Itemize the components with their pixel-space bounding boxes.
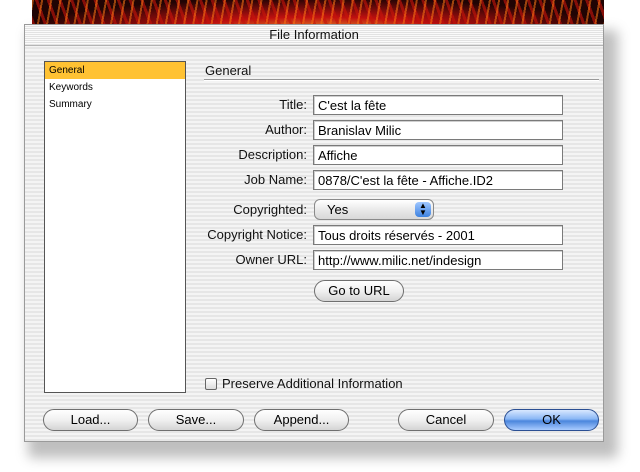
copyright-notice-field[interactable] bbox=[313, 225, 563, 245]
go-to-url-button[interactable]: Go to URL bbox=[314, 280, 404, 302]
append-button[interactable]: Append... bbox=[254, 409, 349, 431]
copyrighted-popup[interactable]: Yes ▲ ▼ bbox=[314, 199, 434, 220]
title-field[interactable] bbox=[313, 95, 563, 115]
file-information-dialog: File Information General Keywords Summar… bbox=[24, 24, 604, 442]
owner-url-label: Owner URL: bbox=[235, 252, 307, 267]
category-item-keywords[interactable]: Keywords bbox=[45, 79, 185, 96]
save-button[interactable]: Save... bbox=[148, 409, 244, 431]
cancel-button[interactable]: Cancel bbox=[398, 409, 494, 431]
copyright-notice-label: Copyright Notice: bbox=[207, 227, 307, 242]
section-divider bbox=[204, 79, 599, 81]
title-label: Title: bbox=[279, 97, 307, 112]
ok-button[interactable]: OK bbox=[504, 409, 599, 431]
background-artwork bbox=[32, 0, 604, 24]
copyrighted-value: Yes bbox=[327, 202, 349, 217]
dialog-titlebar[interactable]: File Information bbox=[25, 25, 603, 46]
job-name-field[interactable] bbox=[313, 170, 563, 190]
author-label: Author: bbox=[265, 122, 307, 137]
description-field[interactable] bbox=[313, 145, 563, 165]
section-title: General bbox=[205, 63, 252, 78]
preserve-info-checkbox[interactable] bbox=[205, 378, 217, 390]
preserve-info-label: Preserve Additional Information bbox=[222, 376, 403, 391]
popup-arrows-icon: ▲ ▼ bbox=[415, 202, 431, 217]
category-item-general[interactable]: General bbox=[45, 62, 185, 79]
job-name-label: Job Name: bbox=[244, 172, 307, 187]
dialog-title: File Information bbox=[269, 27, 359, 42]
description-label: Description: bbox=[238, 147, 307, 162]
copyrighted-label: Copyrighted: bbox=[233, 202, 307, 217]
load-button[interactable]: Load... bbox=[43, 409, 138, 431]
owner-url-field[interactable] bbox=[313, 250, 563, 270]
author-field[interactable] bbox=[313, 120, 563, 140]
